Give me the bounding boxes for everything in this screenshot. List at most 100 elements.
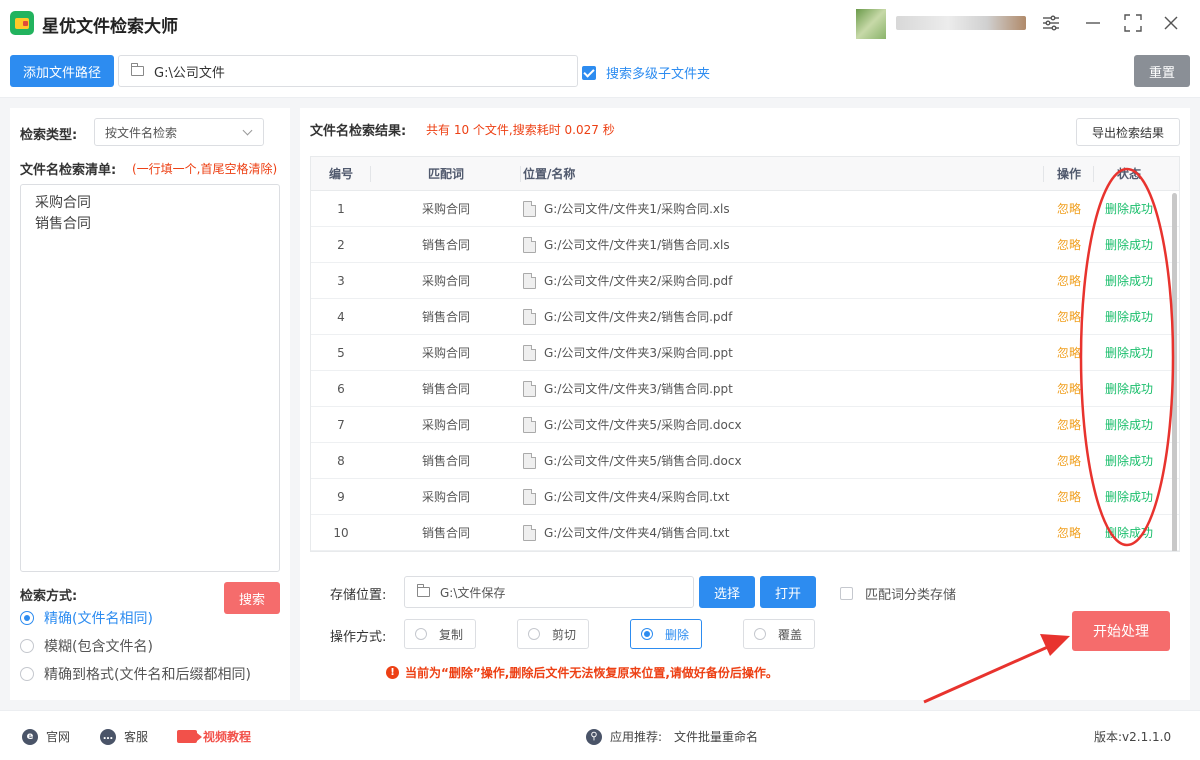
ignore-link[interactable]: 忽略 bbox=[1057, 272, 1081, 289]
radio-selected-icon[interactable] bbox=[20, 611, 34, 625]
path-input[interactable]: G:\公司文件 bbox=[118, 55, 578, 87]
choose-folder-button[interactable]: 选择 bbox=[699, 576, 755, 608]
delete-warning: ! 当前为“删除”操作,删除后文件无法恢复原来位置,请做好备份后操作。 bbox=[386, 664, 778, 681]
table-row: 9 采购合同 G:/公司文件/文件夹4/采购合同.txt 忽略 删除成功 bbox=[311, 479, 1179, 515]
add-path-button[interactable]: 添加文件路径 bbox=[10, 55, 114, 87]
op-overwrite-radio[interactable]: 覆盖 bbox=[743, 619, 815, 649]
table-scrollbar[interactable] bbox=[1172, 193, 1177, 551]
ignore-link[interactable]: 忽略 bbox=[1057, 488, 1081, 505]
subfolder-checkbox[interactable]: 搜索多级子文件夹 bbox=[582, 63, 710, 82]
store-location-input[interactable]: G:\文件保存 bbox=[404, 576, 694, 608]
search-button[interactable]: 搜索 bbox=[224, 582, 280, 614]
search-method-label: 检索方式: bbox=[20, 589, 78, 604]
method-fuzzy-radio[interactable]: 模糊(包含文件名) bbox=[20, 636, 153, 656]
results-summary: 共有 10 个文件,搜索耗时 0.027 秒 bbox=[426, 123, 615, 137]
cell-path: G:/公司文件/文件夹2/销售合同.pdf bbox=[521, 308, 1044, 325]
cell-keyword: 销售合同 bbox=[421, 454, 470, 468]
checkbox-checked-icon[interactable] bbox=[582, 65, 596, 80]
radio-icon[interactable] bbox=[528, 628, 540, 640]
checkbox-icon[interactable] bbox=[840, 587, 853, 600]
search-type-select[interactable]: 按文件名检索 bbox=[94, 118, 264, 146]
recommend-label: 应用推荐: bbox=[610, 730, 663, 744]
user-avatar[interactable] bbox=[856, 9, 886, 39]
maximize-icon[interactable] bbox=[1122, 12, 1144, 34]
op-cut-radio[interactable]: 剪切 bbox=[517, 619, 589, 649]
cell-operation: 忽略 bbox=[1044, 200, 1094, 217]
cell-path: G:/公司文件/文件夹5/销售合同.docx bbox=[521, 452, 1044, 469]
open-folder-button[interactable]: 打开 bbox=[760, 576, 816, 608]
cell-path-text: G:/公司文件/文件夹4/销售合同.txt bbox=[544, 526, 730, 540]
ignore-link[interactable]: 忽略 bbox=[1057, 380, 1081, 397]
footer-support-label: 客服 bbox=[124, 730, 149, 744]
minimize-icon[interactable] bbox=[1082, 12, 1104, 34]
start-processing-button[interactable]: 开始处理 bbox=[1072, 611, 1170, 651]
ignore-link[interactable]: 忽略 bbox=[1057, 416, 1081, 433]
title-bar: 星优文件检索大师 bbox=[0, 0, 1200, 46]
export-results-button[interactable]: 导出检索结果 bbox=[1076, 118, 1180, 146]
ignore-link[interactable]: 忽略 bbox=[1057, 200, 1081, 217]
reset-button[interactable]: 重置 bbox=[1134, 55, 1190, 87]
settings-sliders-icon[interactable] bbox=[1040, 12, 1062, 34]
store-location-label: 存储位置: bbox=[330, 588, 387, 603]
cell-path-text: G:/公司文件/文件夹2/采购合同.pdf bbox=[544, 274, 733, 288]
op-copy-radio[interactable]: 复制 bbox=[404, 619, 476, 649]
radio-icon[interactable] bbox=[20, 667, 34, 681]
cell-status: 删除成功 bbox=[1104, 418, 1153, 432]
footer-recommend[interactable]: ⚲ 应用推荐: 文件批量重命名 bbox=[586, 728, 758, 745]
path-value: G:\公司文件 bbox=[154, 65, 225, 81]
radio-icon[interactable] bbox=[415, 628, 427, 640]
op-delete-radio[interactable]: 删除 bbox=[630, 619, 702, 649]
cell-status: 删除成功 bbox=[1104, 310, 1153, 324]
cell-operation: 忽略 bbox=[1044, 416, 1094, 433]
footer-support-link[interactable]: … 客服 bbox=[100, 728, 148, 745]
cell-path-text: G:/公司文件/文件夹5/采购合同.docx bbox=[544, 418, 742, 432]
radio-icon[interactable] bbox=[754, 628, 766, 640]
method-exact-radio[interactable]: 精确(文件名相同) bbox=[20, 608, 153, 628]
toolbar: 添加文件路径 G:\公司文件 搜索多级子文件夹 重置 bbox=[0, 46, 1200, 98]
close-icon[interactable] bbox=[1160, 12, 1182, 34]
col-header-no: 编号 bbox=[311, 157, 371, 191]
cell-no: 2 bbox=[337, 237, 345, 252]
method-exact-format-radio[interactable]: 精确到格式(文件名和后缀都相同) bbox=[20, 664, 251, 684]
cell-no: 5 bbox=[337, 345, 345, 360]
cell-keyword: 销售合同 bbox=[421, 526, 470, 540]
cell-keyword: 销售合同 bbox=[421, 238, 470, 252]
ignore-link[interactable]: 忽略 bbox=[1057, 236, 1081, 253]
file-icon bbox=[523, 380, 536, 397]
search-settings-panel: 检索类型: 按文件名检索 文件名检索清单: (一行填一个,首尾空格清除) 采购合… bbox=[10, 108, 290, 700]
table-row: 1 采购合同 G:/公司文件/文件夹1/采购合同.xls 忽略 删除成功 bbox=[311, 191, 1179, 227]
footer-website-label: 官网 bbox=[46, 730, 71, 744]
ignore-link[interactable]: 忽略 bbox=[1057, 308, 1081, 325]
cell-no: 3 bbox=[337, 273, 345, 288]
radio-icon[interactable] bbox=[20, 639, 34, 653]
table-row: 10 销售合同 G:/公司文件/文件夹4/销售合同.txt 忽略 删除成功 bbox=[311, 515, 1179, 551]
classify-storage-checkbox[interactable]: 匹配词分类存储 bbox=[840, 584, 956, 603]
cell-path: G:/公司文件/文件夹4/采购合同.txt bbox=[521, 488, 1044, 505]
cell-operation: 忽略 bbox=[1044, 344, 1094, 361]
col-header-operation: 操作 bbox=[1044, 157, 1094, 191]
app-title: 星优文件检索大师 bbox=[42, 17, 178, 37]
footer-video-link[interactable]: 视频教程 bbox=[177, 728, 251, 745]
cell-path-text: G:/公司文件/文件夹1/采购合同.xls bbox=[544, 202, 730, 216]
video-icon bbox=[177, 730, 202, 743]
op-label: 剪切 bbox=[552, 627, 577, 642]
ignore-link[interactable]: 忽略 bbox=[1057, 524, 1081, 541]
method-label: 精确(文件名相同) bbox=[44, 611, 153, 627]
folder-icon bbox=[131, 63, 144, 76]
cell-status: 删除成功 bbox=[1104, 490, 1153, 504]
keyword-list-textarea[interactable]: 采购合同 销售合同 bbox=[20, 184, 280, 572]
table-row: 3 采购合同 G:/公司文件/文件夹2/采购合同.pdf 忽略 删除成功 bbox=[311, 263, 1179, 299]
cell-keyword: 采购合同 bbox=[421, 274, 470, 288]
footer-website-link[interactable]: e 官网 bbox=[22, 728, 70, 745]
table-body: 1 采购合同 G:/公司文件/文件夹1/采购合同.xls 忽略 删除成功 2 销售合同 G:/… bbox=[311, 191, 1179, 551]
cell-no: 6 bbox=[337, 381, 345, 396]
ie-icon: e bbox=[22, 728, 38, 745]
ignore-link[interactable]: 忽略 bbox=[1057, 344, 1081, 361]
cell-path: G:/公司文件/文件夹3/采购合同.ppt bbox=[521, 344, 1044, 361]
cell-operation: 忽略 bbox=[1044, 236, 1094, 253]
app-logo-icon bbox=[10, 11, 34, 35]
col-header-keyword: 匹配词 bbox=[371, 157, 521, 191]
radio-selected-icon[interactable] bbox=[641, 628, 653, 640]
ignore-link[interactable]: 忽略 bbox=[1057, 452, 1081, 469]
search-type-value: 按文件名检索 bbox=[105, 125, 178, 140]
